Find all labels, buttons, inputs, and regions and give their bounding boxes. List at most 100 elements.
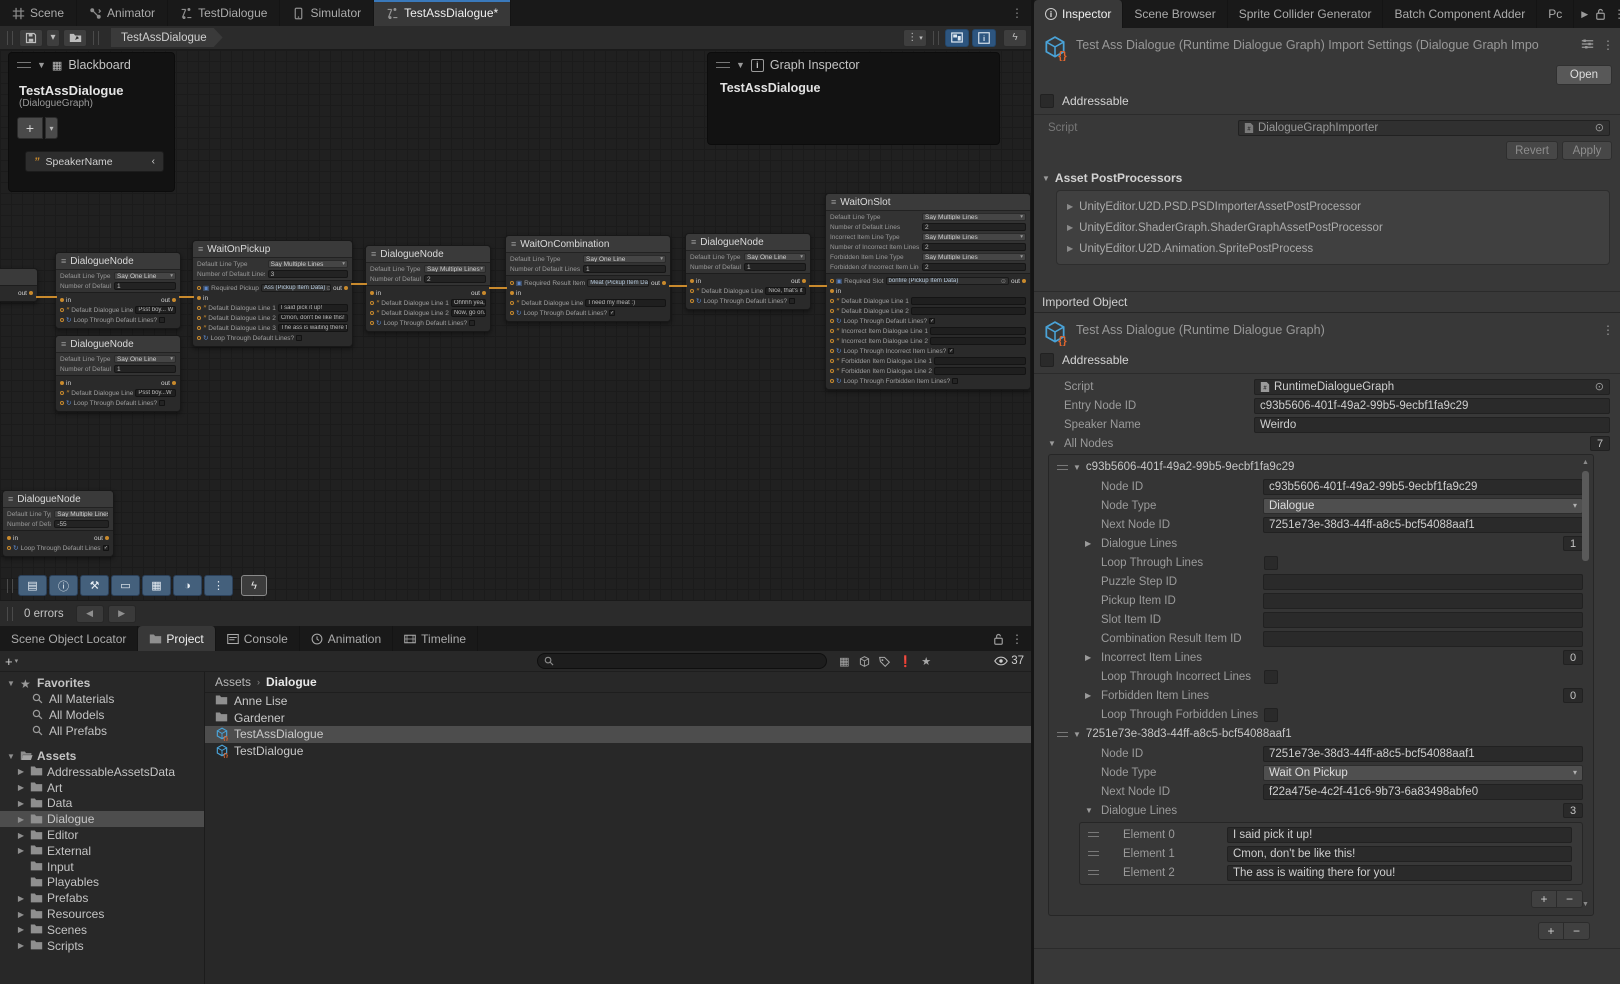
remove-element-button[interactable]: − [1557, 891, 1582, 907]
foldout-arrow-icon[interactable]: ▼ [6, 752, 16, 761]
dropdown[interactable]: Wait On Pickup▾ [1263, 765, 1583, 781]
input-port[interactable] [197, 336, 201, 340]
scroll-down-icon[interactable]: ▼ [1582, 901, 1589, 911]
dialogue-line-field[interactable]: I need my meat :) [585, 299, 666, 307]
add-variable-button[interactable]: + [17, 117, 43, 139]
toggle-blackboard-button[interactable] [945, 29, 969, 47]
tab-animator[interactable]: Animator [77, 0, 168, 26]
hidden-objects-toggle[interactable]: 37 [994, 655, 1026, 667]
input-port[interactable] [830, 279, 834, 283]
foldout-arrow-icon[interactable]: ▶ [16, 910, 26, 919]
object-field[interactable]: Meat (Pickup Item Data)⊙ [587, 279, 649, 287]
tree-item-all-materials[interactable]: All Materials [0, 691, 204, 707]
next-error-button[interactable]: ▶ [108, 605, 136, 623]
tree-item-data[interactable]: ▶Data [0, 796, 204, 812]
text-field[interactable]: 7251e73e-38d3-44ff-a8c5-bcf54088aaf1 [1263, 517, 1583, 533]
node-checkbox[interactable] [159, 400, 165, 406]
checkbox[interactable] [1264, 556, 1278, 570]
graph-tool-info-button[interactable]: ⓘ [49, 575, 78, 596]
dialogue-line-field[interactable] [911, 307, 1026, 315]
dialogue-line-field[interactable]: The ass is waiting there for y [278, 324, 348, 332]
foldout-arrow-icon[interactable]: ▶ [16, 799, 26, 808]
blackboard-variable-speakername[interactable]: ” SpeakerName ‹ [25, 151, 164, 172]
toggle-graph-inspector-button[interactable]: i [972, 29, 996, 47]
inspector-tab-sprite-collider-generator[interactable]: Sprite Collider Generator [1228, 0, 1384, 28]
input-port[interactable] [197, 326, 201, 330]
breadcrumb-current[interactable]: Dialogue [266, 675, 317, 689]
blackboard-header[interactable]: ▼ ▦ Blackboard [9, 53, 174, 77]
input-port[interactable] [830, 299, 834, 303]
blackboard-panel[interactable]: ▼ ▦ Blackboard TestAssDialogue (Dialogue… [8, 52, 175, 192]
input-port[interactable] [370, 311, 374, 315]
collapse-arrow-icon[interactable]: ▼ [736, 60, 745, 70]
postprocessors-foldout[interactable]: ▼ Asset PostProcessors [1034, 166, 1620, 188]
dialogue-line-field[interactable] [934, 367, 1026, 375]
tree-item-playables[interactable]: Playables [0, 875, 204, 891]
graph-options-dropdown[interactable]: ⋮ ▾ [903, 29, 927, 47]
tab-testassdialogue[interactable]: TestAssDialogue* [374, 0, 511, 26]
input-port[interactable] [690, 289, 694, 293]
node-checkbox[interactable]: ✓ [609, 310, 615, 316]
input-port[interactable] [370, 291, 374, 295]
header-kebab-icon[interactable]: ⋮ [1602, 38, 1614, 61]
presets-icon[interactable] [1581, 38, 1594, 50]
dialogue-line-field[interactable] [934, 357, 1026, 365]
input-port[interactable] [830, 289, 834, 293]
prop-dropdown[interactable]: Say One Line▾ [114, 272, 176, 280]
text-field[interactable]: c93b5606-401f-49a2-99b5-9ecbf1fa9c29 [1254, 398, 1610, 414]
dialogue-line-field[interactable]: Now, go on... [451, 309, 486, 317]
toggle-minimap-button[interactable]: ϟ [1003, 29, 1027, 47]
graph-foot-drag-handle[interactable] [7, 579, 13, 593]
inspector-tab-inspector[interactable]: iInspector [1034, 0, 1123, 28]
drag-handle-icon[interactable] [1057, 732, 1068, 737]
graph-node-dialoguenode[interactable]: ≡DialogueNodeDefault Line TypeSay One Li… [55, 252, 181, 329]
tree-item-all-prefabs[interactable]: All Prefabs [0, 723, 204, 739]
tree-item-assets[interactable]: ▼Assets [0, 748, 204, 764]
tree-item-editor[interactable]: ▶Editor [0, 827, 204, 843]
node-checkbox[interactable] [159, 317, 165, 323]
lock-icon[interactable] [993, 633, 1004, 645]
element-field[interactable]: The ass is waiting there for you! [1227, 865, 1572, 881]
foldout-arrow-icon[interactable]: ▶ [16, 767, 26, 776]
dropdown[interactable]: Dialogue▾ [1263, 498, 1583, 514]
tab-scroll-arrow-icon[interactable]: ▶ [1581, 9, 1588, 20]
node-title-bar[interactable]: ≡DialogueNode [686, 234, 810, 250]
tab-project[interactable]: Project [138, 626, 215, 651]
prop-number-field[interactable]: 3 [268, 270, 348, 278]
graph-tool-more-button[interactable]: ⋮ [204, 575, 233, 596]
prop-dropdown[interactable]: Say Multiple Lines▾ [424, 265, 486, 273]
dialogue-line-field[interactable]: Nice, that's it [765, 287, 806, 295]
input-port[interactable] [690, 279, 694, 283]
node-title-bar[interactable]: ≡DialogueNode [366, 246, 490, 262]
element-field[interactable]: I said pick it up! [1227, 827, 1572, 843]
dialogue-line-field[interactable] [930, 327, 1026, 335]
dialogue-line-field[interactable] [930, 337, 1026, 345]
tree-item-input[interactable]: Input [0, 859, 204, 875]
input-port[interactable] [510, 291, 514, 295]
save-search-icon[interactable]: ★ [921, 655, 931, 668]
input-port[interactable] [510, 311, 514, 315]
foldout-arrow-icon[interactable]: ▼ [1073, 463, 1081, 472]
prop-dropdown[interactable]: Say Multiple Lines▾ [268, 260, 348, 268]
text-field[interactable] [1263, 631, 1583, 647]
node-title-bar[interactable]: ≡DialogueNode [56, 253, 180, 269]
input-port[interactable] [7, 546, 11, 550]
node-entry-header[interactable]: ▼c93b5606-401f-49a2-99b5-9ecbf1fa9c29 [1049, 457, 1593, 477]
dialogue-line-field[interactable]: I said pick it up! [278, 304, 348, 312]
graph-inspector-panel[interactable]: ▼ i Graph Inspector TestAssDialogue [707, 52, 1000, 145]
input-port[interactable] [60, 298, 64, 302]
prop-number-field[interactable]: 1 [583, 265, 666, 273]
inspector-tab-pc[interactable]: Pc [1537, 0, 1574, 28]
node-checkbox[interactable]: ✓ [103, 545, 109, 551]
prop-number-field[interactable]: 2 [922, 263, 1026, 271]
breadcrumb-root[interactable]: Assets [215, 675, 251, 689]
object-field[interactable]: bonfire (Pickup Item Data)⊙ [886, 277, 1009, 285]
remove-element-button[interactable]: − [1564, 923, 1589, 939]
text-field[interactable] [1263, 612, 1583, 628]
tree-item-resources[interactable]: ▶Resources [0, 906, 204, 922]
dialogue-line-field[interactable]: Psst boy...W [135, 389, 176, 397]
statusbar-drag-handle[interactable] [7, 607, 13, 621]
node-title-bar[interactable]: ≡DialogueNode [3, 491, 113, 507]
text-field[interactable]: 7251e73e-38d3-44ff-a8c5-bcf54088aaf1 [1263, 746, 1583, 762]
node-checkbox[interactable] [789, 298, 795, 304]
